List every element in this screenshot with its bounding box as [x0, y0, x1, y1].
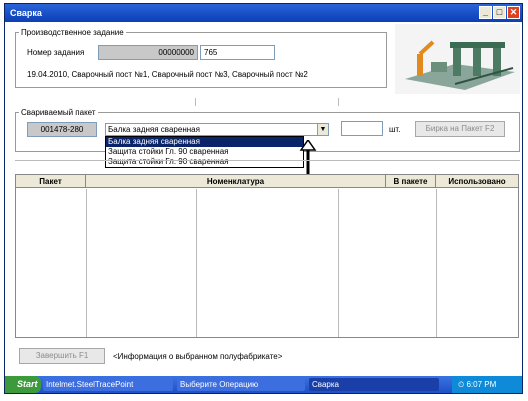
clock-time: 6:07 PM: [466, 380, 497, 389]
client-area: Производственное задание Номер задания 0…: [5, 22, 522, 376]
column-divider: [338, 189, 339, 337]
divider: [15, 160, 520, 161]
semi-product-info: <Информация о выбранном полуфабрикате>: [113, 352, 283, 361]
package-legend: Свариваемый пакет: [21, 108, 96, 117]
task-steeltracepoint[interactable]: Intelmet.SteelTracePoint: [43, 378, 173, 391]
clock-icon: ⏲: [458, 380, 465, 389]
separator: [195, 98, 196, 106]
column-divider: [86, 189, 87, 337]
job-number-prefix: 00000000: [98, 45, 198, 60]
unit-label: шт.: [389, 125, 401, 134]
package-combo-value: Балка задняя сваренная: [108, 125, 200, 134]
column-divider: [196, 189, 197, 337]
tag-package-button[interactable]: Бирка на Пакет F2: [415, 121, 505, 137]
title-bar: Сварка _ □ ✕: [5, 4, 522, 22]
minimize-button[interactable]: _: [479, 6, 492, 19]
window-title: Сварка: [10, 8, 42, 18]
package-code: 001478-280: [27, 122, 97, 137]
column-header-package[interactable]: Пакет: [16, 175, 86, 188]
column-header-nomenclature[interactable]: Номенклатура: [86, 175, 386, 188]
taskbar: Start Intelmet.SteelTracePoint Выберите …: [5, 376, 522, 393]
table-header: Пакет Номенклатура В пакете Использовано: [16, 175, 518, 188]
column-header-used[interactable]: Использовано: [436, 175, 518, 188]
job-number-field[interactable]: 765: [200, 45, 275, 60]
quantity-input[interactable]: [341, 121, 383, 136]
finish-button[interactable]: Завершить F1: [19, 348, 105, 364]
column-divider: [436, 189, 437, 337]
items-table[interactable]: Пакет Номенклатура В пакете Использовано: [15, 174, 519, 338]
task-choose-operation[interactable]: Выберите Операцию: [177, 378, 305, 391]
factory-illustration: [395, 24, 520, 94]
task-welding[interactable]: Сварка: [309, 378, 439, 391]
job-number-label: Номер задания: [27, 48, 85, 57]
column-header-in-package[interactable]: В пакете: [386, 175, 436, 188]
job-legend: Производственное задание: [21, 28, 124, 37]
close-button[interactable]: ✕: [507, 6, 520, 19]
package-combo[interactable]: Балка задняя сваренная ▼: [105, 123, 329, 136]
system-tray: ⏲ 6:07 PM: [452, 376, 522, 393]
chevron-down-icon[interactable]: ▼: [317, 124, 328, 135]
start-button[interactable]: Start: [5, 376, 41, 393]
separator: [338, 98, 339, 106]
maximize-button[interactable]: □: [493, 6, 506, 19]
app-window: Сварка _ □ ✕ Производственное задание Но…: [4, 3, 523, 394]
job-info-text: 19.04.2010, Сварочный пост №1, Сварочный…: [27, 70, 308, 79]
